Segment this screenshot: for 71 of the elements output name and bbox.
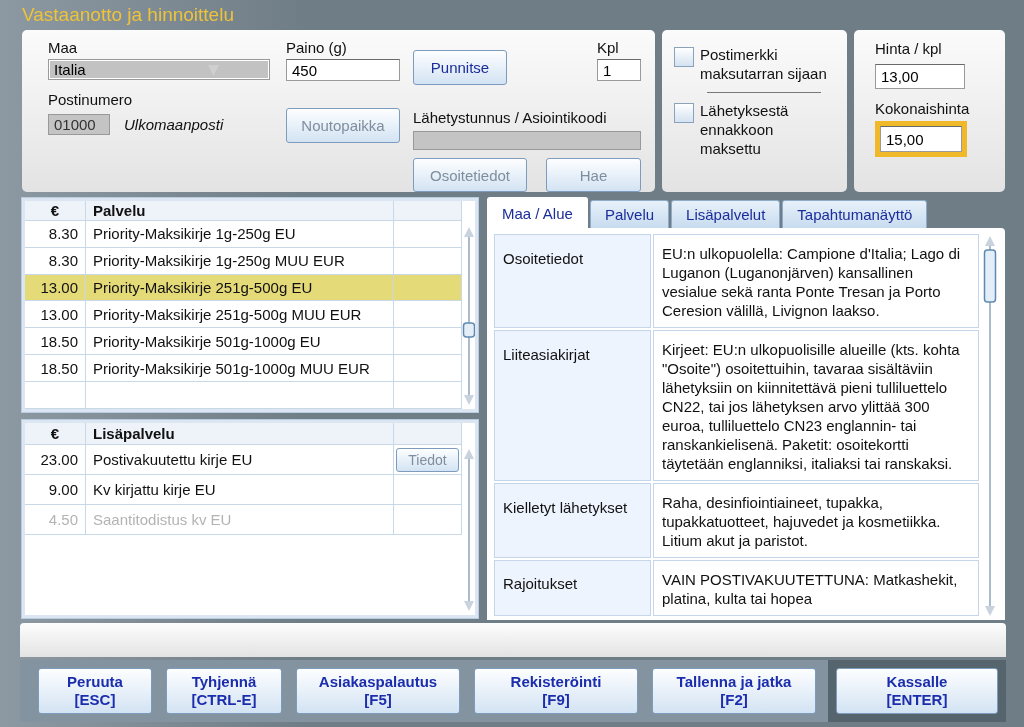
footer-button[interactable]: Asiakaspalautus [F5]	[296, 668, 460, 714]
footer-button[interactable]: Peruuta [ESC]	[38, 668, 152, 714]
weight-field[interactable]: 450	[286, 59, 400, 81]
price-cell: 9.00	[25, 475, 86, 504]
table-row[interactable]: 8.30 Priority-Maksikirje 1g-250g MUU EUR	[25, 247, 462, 275]
scrollbar[interactable]	[983, 234, 997, 618]
tab[interactable]: Maa / Alue	[487, 197, 588, 228]
table-row[interactable]: 13.00 Priority-Maksikirje 251g-500g MUU EUR	[25, 301, 462, 329]
table-row[interactable]: 18.50 Priority-Maksikirje 501g-1000g MUU EUR	[25, 355, 462, 383]
price-cell: 13.00	[25, 301, 86, 328]
field-label: Paino (g)	[286, 39, 348, 56]
tab[interactable]: Tapahtumanäyttö	[782, 200, 928, 228]
footer-button[interactable]: Kassalle [ENTER]	[836, 668, 998, 714]
postal-code-field[interactable]: 01000	[48, 114, 110, 135]
column-header: €	[25, 423, 86, 444]
table-row[interactable]: 8.30 Priority-Maksikirje 1g-250g EU	[25, 220, 462, 248]
table-row[interactable]: 13.00 Priority-Maksikirje 251g-500g EU	[25, 274, 462, 302]
service-name-cell: Postivakuutettu kirje EU	[86, 445, 394, 474]
service-name-cell: Saantitodistus kv EU	[86, 505, 394, 534]
field-label: Kokonaishinta	[875, 100, 971, 117]
service-name-cell: Priority-Maksikirje 501g-1000g EU	[86, 328, 394, 355]
price-cell: 23.00	[25, 445, 86, 474]
quantity-field[interactable]: 1	[597, 59, 641, 81]
column-header: €	[25, 201, 86, 220]
info-label-cell: Kielletyt lähetykset	[494, 483, 651, 558]
footer-button[interactable]: Rekisteröinti [F9]	[474, 668, 638, 714]
service-name-cell: Priority-Maksikirje 1g-250g MUU EUR	[86, 247, 394, 274]
service-name-cell: Priority-Maksikirje 1g-250g EU	[86, 220, 394, 247]
checkbox[interactable]	[674, 47, 694, 67]
info-label-cell: Rajoitukset	[494, 560, 651, 616]
checkbox-label: Lähetyksestä ennakkoon maksettu	[700, 101, 790, 158]
info-label-cell: Liiteasiakirjat	[494, 330, 651, 481]
checkbox-label: Postimerkki maksutarran sijaan	[700, 45, 828, 83]
price-cell: 13.00	[25, 274, 86, 301]
info-text-cell: VAIN POSTIVAKUUTETTUNA: Matkashekit, platina, kulta tai hopea	[653, 560, 979, 616]
scrollbar[interactable]	[462, 447, 475, 613]
country-dropdown[interactable]: Italia	[48, 59, 270, 80]
field-label: Hinta / kpl	[875, 40, 943, 57]
field-label: Kpl	[597, 39, 620, 56]
field-label: Maa	[48, 39, 79, 56]
service-name-cell: Priority-Maksikirje 251g-500g MUU EUR	[86, 301, 394, 328]
checkbox[interactable]	[674, 103, 694, 123]
footer-button[interactable]: Tallenna ja jatka [F2]	[652, 668, 816, 714]
table-row[interactable]: 18.50 Priority-Maksikirje 501g-1000g EU	[25, 328, 462, 356]
column-header: Palvelu	[86, 201, 394, 220]
info-label-cell: Osoitetiedot	[494, 234, 651, 328]
info-text-cell: EU:n ulkopuolella: Campione d'Italia; Lago di Luganon (Luganonjärven) kansallinen vesialue sekä ranta Ponte Tresan ja Porto Ceresion välillä, Livignon laakso.	[653, 234, 979, 328]
price-cell: 8.30	[25, 220, 86, 247]
tab[interactable]: Palvelu	[589, 200, 670, 228]
price-cell: 8.30	[25, 247, 86, 274]
weigh-button[interactable]: Punnitse	[413, 50, 507, 85]
info-text-cell: Raha, desinfiointiaineet, tupakka, tupakkatuotteet, hajuvedet ja kosmetiikka. Litium akut ja paristot.	[653, 483, 979, 558]
page-title: Vastaanotto ja hinnoittelu	[21, 3, 235, 26]
price-cell: 4.50	[25, 505, 86, 534]
column-header: Lisäpalvelu	[86, 423, 394, 444]
price-cell: 18.50	[25, 328, 86, 355]
service-name-cell: Priority-Maksikirje 501g-1000g MUU EUR	[86, 355, 394, 382]
total-price-field[interactable]: 15,00	[880, 126, 962, 152]
service-name-cell: Kv kirjattu kirje EU	[86, 475, 394, 504]
postal-area-text: Ulkomaanposti	[124, 116, 224, 133]
field-label: Postinumero	[48, 91, 134, 108]
scrollbar[interactable]	[462, 225, 475, 407]
service-name-cell: Priority-Maksikirje 251g-500g EU	[86, 274, 394, 301]
info-text-cell: Kirjeet: EU:n ulkopuolisille alueille (kts. kohta "Osoite") osoitettuihin, tavaraa sisältäviin lähetyksiin on kiinnitettävä pieni tulliluettelo CN22, tai jos lähetyksen arvo ylittää 300 euroa, tulliluettelo CN23 englannin- tai ranskankielisenä. Paketit: osoitekortti täytetään englanniksi, italiaksi tai ranskaksi.	[653, 330, 979, 481]
unit-price-field[interactable]: 13,00	[875, 64, 965, 89]
table-row[interactable]: 9.00 Kv kirjattu kirje EU	[25, 475, 462, 505]
footer-button[interactable]: Tyhjennä [CTRL-E]	[166, 668, 282, 714]
tracking-code-field[interactable]	[413, 130, 641, 150]
tab[interactable]: Lisäpalvelut	[671, 200, 781, 228]
field-label: Lähetystunnus / Asiointikoodi	[413, 108, 608, 126]
price-cell: 18.50	[25, 355, 86, 382]
